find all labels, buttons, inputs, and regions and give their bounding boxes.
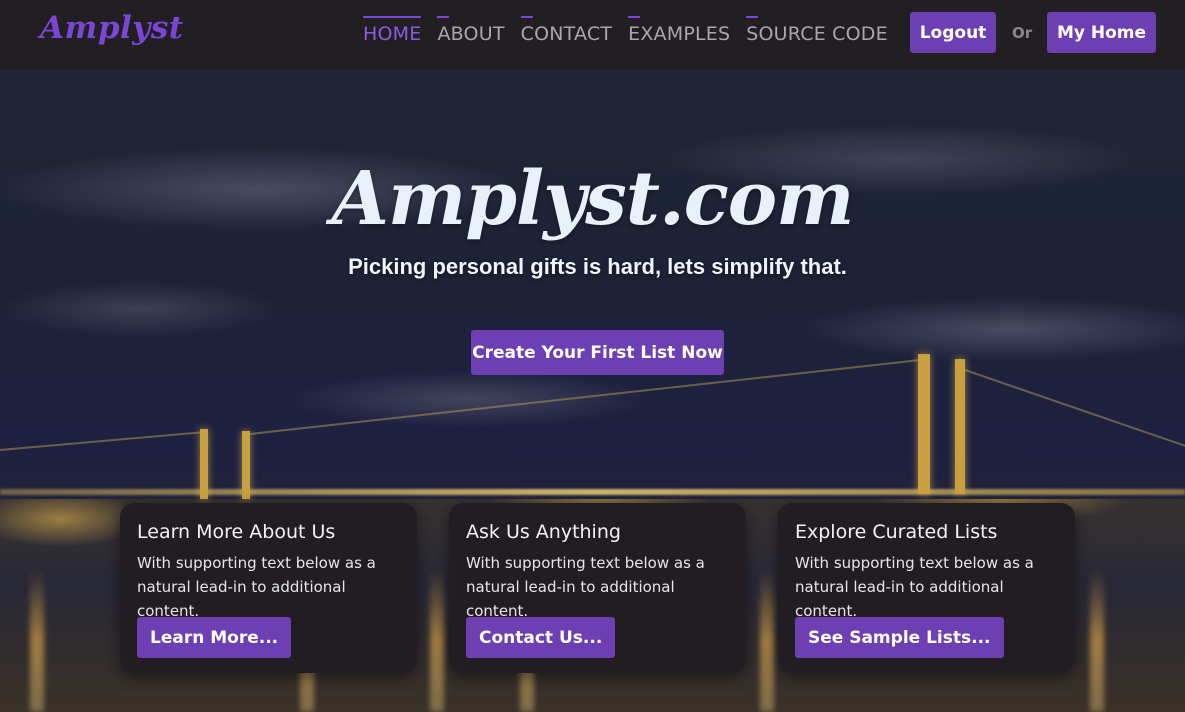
nav-link-label: HOME bbox=[363, 23, 422, 45]
navbar: Amplyst HOME ABOUT CONTACT EXAMPLES SOUR… bbox=[0, 0, 1185, 69]
bridge-tower-right-1 bbox=[918, 354, 930, 494]
nav-underline bbox=[363, 16, 422, 18]
card-text: With supporting text below as a natural … bbox=[137, 554, 376, 620]
nav-link-source-code[interactable]: SOURCE CODE bbox=[746, 0, 888, 69]
nav-underline bbox=[520, 16, 533, 18]
brand-logo[interactable]: Amplyst bbox=[40, 10, 184, 46]
bridge-tower-left-2 bbox=[242, 431, 250, 499]
nav-link-examples[interactable]: EXAMPLES bbox=[628, 0, 730, 69]
light-reflection bbox=[1090, 569, 1104, 712]
create-list-button[interactable]: Create Your First List Now bbox=[471, 330, 724, 375]
hero-subtitle: Picking personal gifts is hard, lets sim… bbox=[348, 254, 847, 279]
bridge-cable bbox=[0, 431, 205, 451]
or-separator: Or bbox=[1012, 24, 1033, 42]
logout-button[interactable]: Logout bbox=[910, 12, 996, 53]
card-text: With supporting text below as a natural … bbox=[795, 554, 1034, 620]
nav-link-label: CONTACT bbox=[520, 23, 613, 45]
bridge-tower-left-1 bbox=[200, 429, 208, 499]
light-reflection bbox=[430, 569, 444, 712]
bridge-cable bbox=[964, 369, 1185, 450]
nav-underline bbox=[628, 16, 641, 18]
light-reflection bbox=[760, 569, 774, 712]
nav-link-label: SOURCE CODE bbox=[746, 23, 888, 45]
bridge-tower-right-2 bbox=[955, 359, 965, 494]
card-text: With supporting text below as a natural … bbox=[466, 554, 705, 620]
nav-link-home[interactable]: HOME bbox=[363, 0, 422, 69]
bridge-deck bbox=[0, 489, 1185, 495]
nav-link-about[interactable]: ABOUT bbox=[437, 0, 504, 69]
contact-us-button[interactable]: Contact Us... bbox=[466, 617, 616, 658]
nav-link-label: ABOUT bbox=[437, 23, 505, 45]
light-reflection bbox=[30, 569, 44, 712]
card-title: Ask Us Anything bbox=[466, 521, 621, 543]
card-title: Learn More About Us bbox=[137, 521, 336, 543]
nav-underline bbox=[437, 16, 450, 18]
see-sample-lists-button[interactable]: See Sample Lists... bbox=[795, 617, 1004, 658]
nav-link-contact[interactable]: CONTACT bbox=[520, 0, 613, 69]
card-explore-lists: Explore Curated Lists With supporting te… bbox=[778, 503, 1075, 673]
card-title: Explore Curated Lists bbox=[795, 521, 998, 543]
nav-link-label: EXAMPLES bbox=[628, 23, 731, 45]
learn-more-button[interactable]: Learn More... bbox=[137, 617, 292, 658]
my-home-button[interactable]: My Home bbox=[1047, 12, 1156, 53]
card-learn-more: Learn More About Us With supporting text… bbox=[120, 503, 417, 673]
hero-title: Amplyst.com bbox=[331, 156, 855, 242]
card-ask-us: Ask Us Anything With supporting text bel… bbox=[449, 503, 746, 673]
nav-links: HOME ABOUT CONTACT EXAMPLES SOURCE CODE bbox=[363, 0, 904, 69]
nav-underline bbox=[746, 16, 759, 18]
